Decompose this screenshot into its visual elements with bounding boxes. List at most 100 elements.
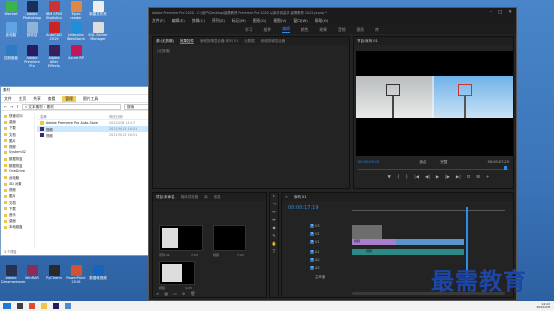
ribbon-tab-file[interactable]: 文件 (4, 96, 12, 102)
column-date[interactable]: 修改日期 (109, 114, 149, 119)
desktop-icon-control-panel[interactable]: 控制面板 (1, 45, 21, 61)
tab-effect-controls[interactable]: 效果控件 (180, 39, 194, 44)
workspace-graphics[interactable]: 图形 (357, 27, 365, 33)
desktop-icon-photoshop[interactable]: Adobe Photoshop (22, 1, 42, 21)
button-editor-icon[interactable]: + (486, 175, 490, 180)
menu-marker[interactable]: 标记(M) (232, 18, 246, 24)
tab-source[interactable]: 源:(无剪辑) (156, 39, 174, 44)
lock-icon[interactable]: ⊡ (310, 250, 314, 254)
new-bin-icon[interactable]: ▭ (173, 291, 177, 296)
close-icon[interactable]: ✕ (285, 195, 288, 199)
tab-audio-clip-mixer[interactable]: 音频剪辑混合器 (261, 39, 286, 44)
list-view-icon[interactable]: ≡ (156, 291, 159, 296)
desktop-icon-after-effects[interactable]: Adobe After Effects (44, 45, 64, 69)
desktop-icon-pycharm[interactable]: PyCharm (44, 265, 64, 281)
browser-icon[interactable] (29, 303, 35, 309)
forward-arrow-icon[interactable]: → (10, 105, 13, 109)
track-select-tool-icon[interactable]: ⇢ (270, 201, 278, 209)
tab-sequence[interactable]: 序列 01 (294, 195, 307, 200)
nav-item[interactable]: 本地磁盘 (1, 224, 34, 230)
app-taskbar-icon[interactable] (65, 303, 71, 309)
desktop-icon-autocad[interactable]: AutoCAD 2019 (44, 22, 64, 42)
desktop-icon-powerpoint[interactable]: PowerPoint 2016 (66, 265, 86, 285)
desktop-icon-premiere[interactable]: Adobe Premiere Pro (22, 45, 42, 69)
workspace-editing[interactable]: 编辑 (282, 26, 290, 33)
ribbon-tab-manage[interactable]: 管理 (62, 95, 76, 102)
trash-icon[interactable]: 🗑 (190, 291, 195, 296)
add-marker-icon[interactable]: ▼ (388, 175, 391, 180)
desktop-icon-sql[interactable]: SQL Server Manager (88, 22, 108, 42)
slip-tool-icon[interactable]: ◆ (270, 225, 278, 233)
new-item-icon[interactable]: ⊕ (182, 291, 185, 296)
pen-tool-icon[interactable]: ✎ (270, 233, 278, 241)
mark-in-icon[interactable]: { (397, 175, 400, 180)
program-playhead[interactable] (504, 166, 507, 170)
workspace-libraries[interactable]: 库 (375, 27, 379, 33)
desktop-icon-spss[interactable]: IBM SPSS Statistics (44, 1, 64, 21)
project-thumbnail[interactable] (213, 225, 246, 251)
go-to-out-icon[interactable]: ▶| (456, 175, 461, 180)
close-icon[interactable]: ✕ (508, 10, 512, 15)
timeline-ruler[interactable] (352, 207, 505, 211)
menu-graphics[interactable]: 图形(G) (253, 18, 267, 24)
razor-tool-icon[interactable]: ⇹ (270, 217, 278, 225)
desktop-icon-folder[interactable]: 新建文件夹 (88, 1, 108, 17)
lock-icon[interactable]: ⊡ (310, 258, 314, 262)
workspace-color[interactable]: 颜色 (301, 27, 309, 33)
timeline-timecode[interactable]: 00:00:17:19 (288, 205, 319, 211)
lock-icon[interactable]: ⊡ (310, 224, 314, 228)
tab-program[interactable]: 节目:序列 01 (357, 39, 378, 44)
menu-window[interactable]: 窗口(W) (293, 18, 307, 24)
audio-clip-a1[interactable]: 视频 (352, 249, 464, 255)
back-arrow-icon[interactable]: ← (4, 105, 7, 109)
hand-tool-icon[interactable]: ✋ (270, 241, 278, 249)
export-frame-icon[interactable]: ⊞ (476, 175, 480, 180)
minimize-icon[interactable]: – (490, 10, 492, 15)
workspace-assembly[interactable]: 组件 (264, 27, 272, 33)
address-bar[interactable]: « 文本素材 › 素材 (22, 103, 121, 110)
selection-tool-icon[interactable]: ▸ (270, 193, 278, 201)
tab-info[interactable]: 信息 (214, 195, 221, 200)
system-clock[interactable]: 14:22 2022/2/8 (537, 302, 554, 310)
desktop-icon-dreamweaver[interactable]: Adobe Dreamweaver (1, 265, 26, 285)
menu-sequence[interactable]: 序列(S) (212, 18, 225, 24)
menu-file[interactable]: 文件(F) (152, 18, 165, 24)
tab-project[interactable]: 项目:未命名 (156, 195, 175, 200)
tab-libraries[interactable]: 库 (204, 195, 208, 200)
lift-icon[interactable]: ⊡ (467, 175, 471, 180)
premiere-taskbar-icon[interactable] (53, 303, 59, 309)
ribbon-tab-share[interactable]: 共享 (33, 96, 41, 102)
desktop-icon-video-tool[interactable]: 数据蛙视频 (88, 265, 108, 281)
search-icon[interactable] (17, 303, 23, 309)
tab-audio-mixer[interactable]: 音频剪辑混合器:序列 01 (200, 39, 238, 44)
go-to-in-icon[interactable]: |◀ (414, 175, 419, 180)
lock-icon[interactable]: ⊡ (310, 266, 314, 270)
ribbon-tab-picture-tools[interactable]: 图片工具 (83, 96, 98, 102)
play-icon[interactable]: ▶ (436, 175, 439, 180)
zoom-select[interactable]: 适合 (419, 160, 426, 165)
program-video-frame[interactable] (356, 51, 513, 156)
ribbon-tab-home[interactable]: 主页 (19, 96, 27, 102)
quality-select[interactable]: 完整 (440, 160, 447, 165)
column-name[interactable]: 名称 (37, 114, 109, 119)
project-thumbnail[interactable] (159, 225, 203, 251)
step-back-icon[interactable]: ◀| (425, 175, 430, 180)
video-clip-v1[interactable]: 视频 (352, 239, 396, 245)
desktop-icon-this-pc[interactable]: 此电脑 (1, 22, 21, 38)
windows-start-icon[interactable] (3, 303, 11, 309)
project-thumbnail[interactable] (159, 261, 195, 285)
lock-icon[interactable]: ⊡ (310, 240, 314, 244)
menu-edit[interactable]: 编辑(E) (172, 18, 185, 24)
ripple-edit-tool-icon[interactable]: ↔ (270, 209, 278, 217)
type-tool-icon[interactable]: T (270, 249, 278, 257)
desktop-icon-wechat[interactable]: Wechat (1, 1, 21, 17)
video-clip-v1-b[interactable] (396, 239, 464, 245)
workspace-learn[interactable]: 学习 (245, 27, 253, 33)
desktop-icon-axure[interactable]: Axure RP (66, 45, 86, 61)
ribbon-tab-view[interactable]: 查看 (48, 96, 56, 102)
menu-view[interactable]: 视图(V) (273, 18, 286, 24)
menu-clip[interactable]: 剪辑(C) (192, 18, 205, 24)
program-time-ruler[interactable] (358, 167, 509, 170)
maximize-icon[interactable]: □ (498, 10, 502, 15)
menu-help[interactable]: 帮助(H) (315, 18, 328, 24)
